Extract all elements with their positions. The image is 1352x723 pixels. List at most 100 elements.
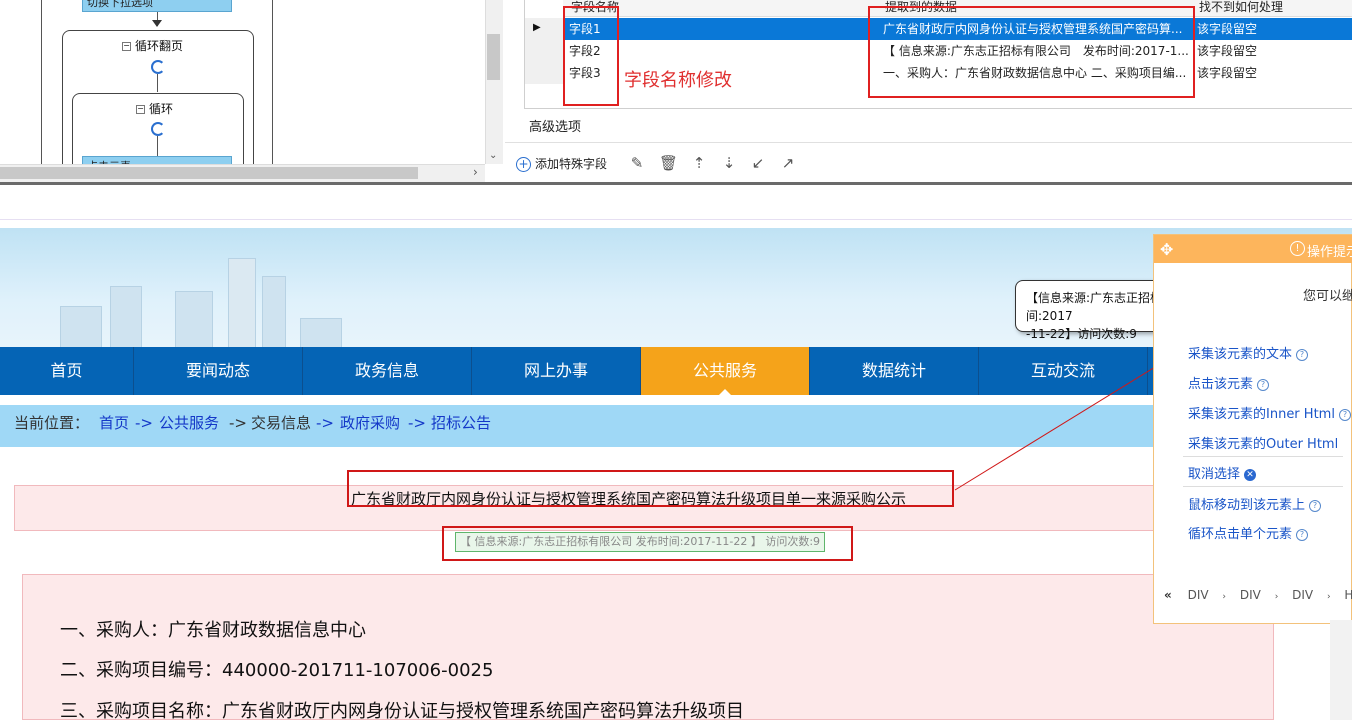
import-icon[interactable]: ↙ bbox=[749, 154, 767, 172]
divider-line bbox=[0, 219, 1352, 220]
loop-title: − 循环 bbox=[136, 100, 173, 117]
row-header[interactable]: ▶ bbox=[525, 18, 564, 40]
building-illustration bbox=[60, 306, 102, 348]
building-illustration bbox=[300, 318, 342, 348]
help-icon[interactable]: ? bbox=[1309, 499, 1322, 512]
path-segment[interactable]: DIV bbox=[1240, 588, 1261, 602]
action-label: 循环点击单个元素 bbox=[1188, 527, 1293, 542]
breadcrumb-gov-procurement[interactable]: 政府采购 bbox=[340, 413, 400, 433]
annotation-highlight-info bbox=[442, 526, 853, 561]
action-label: 采集该元素的文本 bbox=[1188, 347, 1293, 362]
action-extract-outer-html[interactable]: 采集该元素的Outer Html bbox=[1188, 433, 1338, 452]
edit-icon[interactable]: ✎ bbox=[628, 154, 646, 172]
workflow-horizontal-scroll-thumb[interactable] bbox=[0, 167, 418, 179]
collapse-icon[interactable]: − bbox=[122, 42, 131, 51]
active-tab-caret-icon bbox=[719, 389, 731, 395]
help-icon[interactable]: ? bbox=[1296, 348, 1309, 361]
breadcrumb-public-service[interactable]: 公共服务 bbox=[159, 413, 219, 433]
move-icon[interactable]: ✥ bbox=[1160, 240, 1173, 259]
chevron-right-icon[interactable]: › bbox=[473, 165, 478, 179]
nav-gov-info[interactable]: 政务信息 bbox=[303, 347, 472, 395]
workflow-panel: 切换下拉选项 −循环翻页 −循环 点击元素 bbox=[0, 0, 503, 182]
close-icon[interactable]: ✕ bbox=[1244, 468, 1257, 481]
advanced-options-label[interactable]: 高级选项 bbox=[529, 116, 581, 135]
action-click-element[interactable]: 点击该元素? bbox=[1188, 373, 1270, 392]
help-icon[interactable]: ? bbox=[1257, 378, 1270, 391]
annotation-highlight-title bbox=[347, 470, 954, 507]
action-hover-element[interactable]: 鼠标移动到该元素上? bbox=[1188, 494, 1322, 513]
loop-label: 循环 bbox=[149, 102, 174, 116]
export-icon[interactable]: ↗ bbox=[779, 154, 797, 172]
collapse-icon[interactable]: − bbox=[136, 105, 145, 114]
move-down-icon[interactable]: ⇣ bbox=[720, 154, 738, 172]
info-icon: ! bbox=[1290, 241, 1305, 256]
action-loop-click[interactable]: 循环点击单个元素? bbox=[1188, 523, 1309, 542]
breadcrumb-trade-info: 交易信息 bbox=[251, 414, 312, 432]
element-path: « DIV › DIV › DIV › H6 bbox=[1164, 588, 1352, 602]
nav-online-service[interactable]: 网上办事 bbox=[472, 347, 641, 395]
action-extract-text[interactable]: 采集该元素的文本? bbox=[1188, 343, 1309, 362]
table-cell-handling[interactable]: 该字段留空 bbox=[1197, 62, 1347, 84]
help-icon[interactable]: ? bbox=[1296, 528, 1309, 541]
row-header[interactable] bbox=[525, 62, 564, 84]
chevron-right-icon: › bbox=[1326, 592, 1331, 602]
annotation-highlight-data bbox=[868, 6, 1195, 98]
breadcrumb-separator: -> bbox=[408, 414, 426, 432]
nav-interaction[interactable]: 互动交流 bbox=[979, 347, 1148, 395]
loop-paging-title: − 循环翻页 bbox=[122, 37, 183, 54]
operation-hint-title: 操作提示 bbox=[1307, 245, 1352, 260]
add-special-field-button[interactable]: 添加特殊字段 bbox=[535, 155, 607, 172]
workflow-vertical-scrollbar[interactable] bbox=[485, 0, 503, 164]
workflow-connector bbox=[157, 74, 158, 92]
actions-divider bbox=[1183, 456, 1343, 457]
building-illustration bbox=[110, 286, 142, 348]
nav-home[interactable]: 首页 bbox=[0, 347, 134, 395]
add-icon[interactable]: + bbox=[516, 157, 531, 172]
action-label: 鼠标移动到该元素上 bbox=[1188, 498, 1306, 513]
annotation-text: 字段名称修改 bbox=[624, 70, 732, 91]
loop-paging-label: 循环翻页 bbox=[135, 39, 184, 53]
double-chevron-left-icon[interactable]: « bbox=[1164, 588, 1172, 602]
path-segment[interactable]: DIV bbox=[1188, 588, 1209, 602]
delete-icon[interactable]: 🗑 bbox=[659, 154, 678, 172]
help-icon[interactable]: ? bbox=[1338, 408, 1351, 421]
loop-icon bbox=[151, 60, 165, 74]
actions-divider bbox=[1183, 486, 1343, 487]
column-header-not-found-handling[interactable]: 找不到如何处理 bbox=[1193, 0, 1352, 17]
building-illustration bbox=[262, 276, 286, 348]
content-line-project-name[interactable]: 三、采购项目名称：广东省财政厅内网身份认证与授权管理系统国产密码算法升级项目 bbox=[60, 697, 744, 723]
move-up-icon[interactable]: ⇡ bbox=[690, 154, 708, 172]
breadcrumb-separator: -> bbox=[229, 414, 247, 432]
workflow-border-line bbox=[41, 0, 42, 164]
operation-hint-text: 您可以继 bbox=[1303, 289, 1352, 304]
panel-divider[interactable] bbox=[0, 182, 1352, 185]
action-label: 采集该元素的Inner Html bbox=[1188, 407, 1335, 422]
building-illustration bbox=[175, 291, 213, 348]
tower-illustration bbox=[228, 258, 256, 348]
action-label: 点击该元素 bbox=[1188, 377, 1254, 392]
workflow-connector bbox=[157, 136, 158, 156]
loop-icon bbox=[151, 122, 165, 136]
table-cell-handling[interactable]: 该字段留空 bbox=[1197, 40, 1347, 62]
action-label: 取消选择 bbox=[1188, 467, 1241, 482]
action-cancel-selection[interactable]: 取消选择 ✕ bbox=[1188, 463, 1257, 482]
breadcrumb-home[interactable]: 首页 bbox=[99, 413, 129, 433]
action-label: 采集该元素的Outer Html bbox=[1188, 437, 1339, 452]
chevron-down-icon[interactable]: ⌄ bbox=[489, 150, 497, 161]
table-cell-handling[interactable]: 该字段留空 bbox=[1197, 18, 1347, 40]
content-line-project-number[interactable]: 二、采购项目编号：440000-201711-107006-0025 bbox=[60, 656, 493, 682]
workflow-vertical-scroll-thumb[interactable] bbox=[487, 34, 500, 80]
breadcrumb-tender-notice[interactable]: 招标公告 bbox=[431, 413, 491, 433]
workflow-node-switch-dropdown[interactable]: 切换下拉选项 bbox=[82, 0, 232, 12]
workflow-border-line bbox=[272, 0, 273, 164]
content-line-purchaser[interactable]: 一、采购人：广东省财政数据信息中心 bbox=[60, 616, 366, 642]
breadcrumb-separator: -> bbox=[316, 414, 334, 432]
path-segment[interactable]: DIV bbox=[1292, 588, 1313, 602]
nav-news[interactable]: 要闻动态 bbox=[134, 347, 303, 395]
row-header[interactable] bbox=[525, 40, 564, 62]
action-extract-inner-html[interactable]: 采集该元素的Inner Html? bbox=[1188, 403, 1351, 422]
path-segment[interactable]: H6 bbox=[1344, 588, 1352, 602]
toolbar-divider bbox=[505, 142, 1352, 143]
nav-statistics[interactable]: 数据统计 bbox=[810, 347, 979, 395]
nav-public-service[interactable]: 公共服务 bbox=[641, 347, 810, 395]
